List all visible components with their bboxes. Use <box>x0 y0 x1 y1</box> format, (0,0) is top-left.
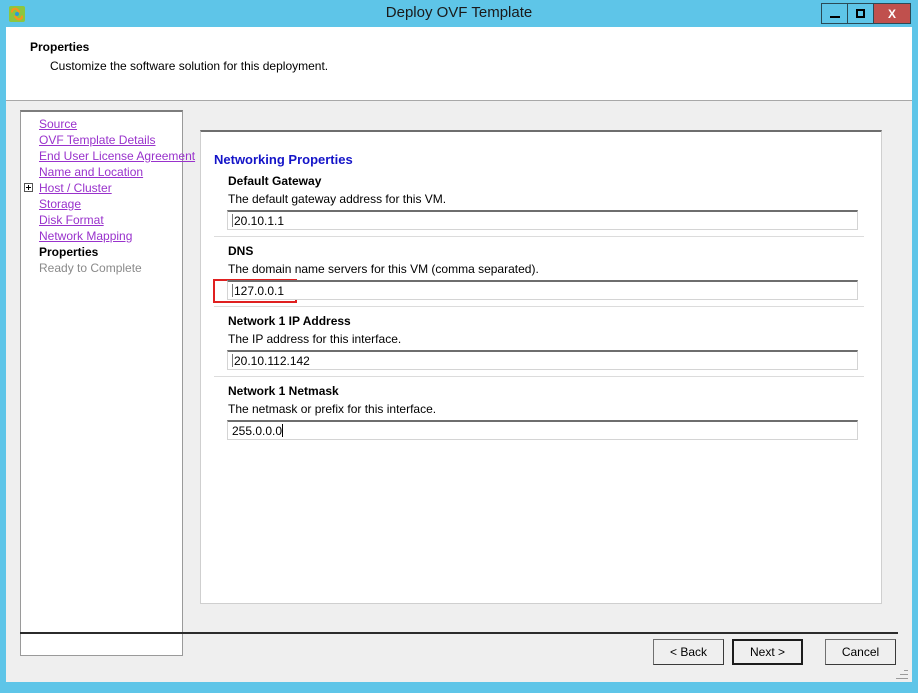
sidebar-item-label: Storage <box>39 197 82 211</box>
minimize-icon[interactable] <box>821 3 847 24</box>
property-value-input[interactable]: 255.0.0.0 <box>227 420 858 440</box>
sidebar-item-label: Properties <box>39 245 99 259</box>
property-label: Network 1 IP Address <box>228 314 351 328</box>
sidebar-item-label: Network Mapping <box>39 229 133 243</box>
property-value-input[interactable]: 20.10.1.1 <box>227 210 858 230</box>
client-area: Properties Customize the software soluti… <box>6 27 912 682</box>
property-value-input[interactable]: 20.10.112.142 <box>227 350 858 370</box>
sidebar-item-label: OVF Template Details <box>39 133 156 147</box>
text-cursor <box>232 284 233 297</box>
sidebar-item-disk-format[interactable]: Disk Format <box>21 212 182 228</box>
header-divider <box>6 100 912 101</box>
property-description: The IP address for this interface. <box>228 332 402 346</box>
property-label: Network 1 Netmask <box>228 384 339 398</box>
property-group: Network 1 Netmask The netmask or prefix f… <box>214 384 864 440</box>
property-description: The default gateway address for this VM. <box>228 192 447 206</box>
sidebar-item-label: Disk Format <box>39 213 104 227</box>
sidebar-item-label: Name and Location <box>39 165 144 179</box>
property-label: DNS <box>228 244 254 258</box>
page-subtitle: Customize the software solution for this… <box>50 59 329 73</box>
wizard-step-list: Source OVF Template Details End User Licen… <box>20 110 195 656</box>
footer-divider <box>20 632 898 634</box>
sidebar-item-ovf-template-details[interactable]: OVF Template Details <box>21 132 182 148</box>
properties-panel: Networking Properties Default Gateway The… <box>200 130 882 604</box>
section-title: Networking Properties <box>214 152 353 167</box>
maximize-icon[interactable] <box>847 3 873 24</box>
sidebar-item-source[interactable]: Source <box>21 116 182 132</box>
sidebar-item-label: End User License Agreement <box>39 149 196 163</box>
expand-plus-icon[interactable] <box>24 183 33 192</box>
sidebar-item-label: Source <box>39 117 78 131</box>
text-cursor <box>232 354 233 367</box>
window-title: Deploy OVF Template <box>385 4 533 21</box>
property-group: DNS The domain name servers for this VM (… <box>214 244 864 300</box>
property-separator <box>214 376 864 377</box>
property-value-input[interactable]: 127.0.0.1 <box>227 280 858 300</box>
property-group: Network 1 IP Address The IP address for t… <box>214 314 864 370</box>
back-button[interactable]: < Back <box>653 639 724 665</box>
sidebar-item-name-and-location[interactable]: Name and Location <box>21 164 182 180</box>
property-separator <box>214 306 864 307</box>
next-button[interactable]: Next > <box>732 639 803 665</box>
property-separator <box>214 236 864 237</box>
sidebar-item-storage[interactable]: Storage <box>21 196 182 212</box>
property-description: The netmask or prefix for this interface… <box>228 402 437 416</box>
property-group: Default Gateway The default gateway addre… <box>214 174 864 230</box>
page-title: Properties <box>30 40 90 54</box>
property-label: Default Gateway <box>228 174 322 188</box>
text-cursor <box>232 214 233 227</box>
sidebar-item-label: Host / Cluster <box>39 181 112 195</box>
sidebar-item-end-user-license-agreement[interactable]: End User License Agreement <box>21 148 195 164</box>
deploy-ovf-template-window: Deploy OVF Template X Properties Customi… <box>0 0 918 693</box>
sidebar-item-host-cluster[interactable]: Host / Cluster <box>21 180 182 196</box>
sidebar-item-label: Ready to Complete <box>39 261 142 275</box>
sidebar-item-properties: Properties <box>21 244 182 260</box>
cancel-button[interactable]: Cancel <box>825 639 896 665</box>
resize-grip-icon[interactable] <box>896 667 908 679</box>
text-cursor <box>282 424 284 437</box>
sidebar-item-network-mapping[interactable]: Network Mapping <box>21 228 182 244</box>
property-description: The domain name servers for this VM (com… <box>228 262 539 276</box>
wizard-header: Properties Customize the software soluti… <box>6 27 912 100</box>
title-bar: Deploy OVF Template X <box>0 0 918 27</box>
close-icon[interactable]: X <box>873 3 911 24</box>
sidebar-item-ready-to-complete: Ready to Complete <box>21 260 182 276</box>
window-controls: X <box>821 3 911 24</box>
